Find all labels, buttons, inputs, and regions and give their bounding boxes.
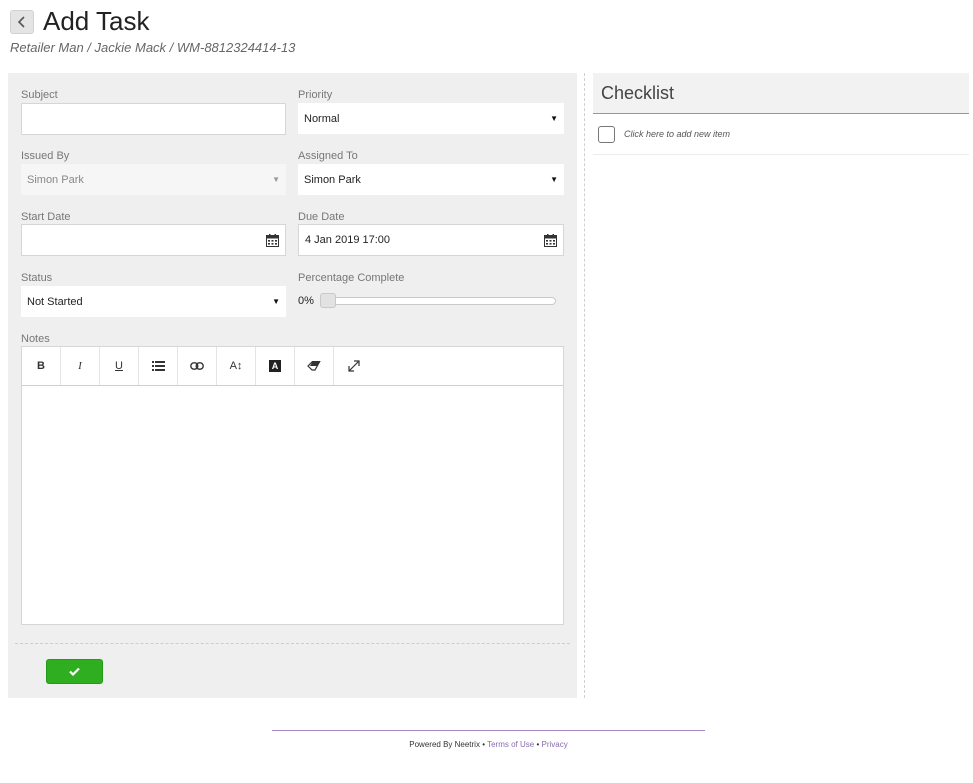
due-date-input[interactable]: 4 Jan 2019 17:00 — [298, 224, 564, 256]
add-item-text[interactable]: Click here to add new item — [624, 129, 730, 139]
text-color-icon: A — [269, 360, 281, 372]
checklist-title: Checklist — [593, 73, 969, 114]
start-date-label: Start Date — [21, 211, 71, 223]
assigned-to-label: Assigned To — [298, 150, 358, 162]
percentage-value: 0% — [298, 295, 314, 307]
checkmark-icon — [69, 667, 80, 676]
clear-format-button[interactable] — [295, 347, 334, 385]
task-form-panel: Subject Priority Normal ▼ Issued By Simo… — [8, 73, 577, 698]
priority-select[interactable]: Normal ▼ — [298, 103, 564, 134]
percentage-slider-track[interactable] — [320, 297, 556, 305]
terms-link[interactable]: Terms of Use — [487, 740, 534, 749]
percentage-slider-handle[interactable] — [320, 293, 336, 308]
notes-editor[interactable] — [21, 386, 564, 625]
privacy-link[interactable]: Privacy — [542, 740, 568, 749]
due-date-value: 4 Jan 2019 17:00 — [305, 234, 391, 246]
caret-down-icon: ▼ — [550, 175, 558, 184]
chevron-left-icon — [17, 16, 25, 28]
link-button[interactable] — [178, 347, 217, 385]
caret-down-icon: ▼ — [550, 114, 558, 123]
notes-label: Notes — [21, 333, 50, 345]
page-title: Add Task — [43, 6, 150, 36]
calendar-icon[interactable] — [266, 233, 279, 247]
checklist-add-item[interactable]: Click here to add new item — [593, 114, 969, 155]
caret-down-icon: ▼ — [272, 297, 280, 306]
checklist-panel: Checklist Click here to add new item — [593, 73, 969, 155]
bold-icon: B — [37, 360, 45, 372]
caret-down-icon: ▼ — [272, 175, 280, 184]
footer-divider — [272, 730, 705, 731]
underline-icon: U — [115, 360, 123, 372]
priority-value: Normal — [304, 112, 340, 125]
status-label: Status — [21, 272, 53, 284]
assigned-to-select[interactable]: Simon Park ▼ — [298, 164, 564, 195]
due-date-label: Due Date — [298, 211, 345, 223]
calendar-icon[interactable] — [544, 233, 557, 247]
link-icon — [190, 362, 204, 370]
eraser-icon — [307, 361, 321, 371]
form-divider — [15, 643, 570, 644]
save-button[interactable] — [46, 659, 103, 684]
subject-label: Subject — [21, 89, 58, 101]
percentage-label: Percentage Complete — [298, 272, 405, 284]
bullet-list-button[interactable] — [139, 347, 178, 385]
bold-button[interactable]: B — [22, 347, 61, 385]
issued-by-label: Issued By — [21, 150, 70, 162]
notes-toolbar: B I U A↕ A — [21, 346, 564, 386]
font-size-button[interactable]: A↕ — [217, 347, 256, 385]
list-icon — [151, 361, 165, 371]
issued-by-select: Simon Park ▼ — [21, 164, 286, 195]
italic-button[interactable]: I — [61, 347, 100, 385]
footer-separator: • — [536, 740, 540, 749]
priority-label: Priority — [298, 89, 333, 101]
powered-by-text: Powered By Neetrix — [409, 740, 480, 749]
text-color-button[interactable]: A — [256, 347, 295, 385]
start-date-input[interactable] — [21, 224, 286, 256]
checkbox[interactable] — [598, 125, 615, 143]
breadcrumb: Retailer Man / Jackie Mack / WM-88123244… — [10, 40, 296, 55]
expand-icon — [347, 360, 360, 372]
fullscreen-button[interactable] — [334, 347, 373, 385]
back-button[interactable] — [10, 10, 34, 34]
underline-button[interactable]: U — [100, 347, 139, 385]
footer-separator: • — [482, 740, 486, 749]
status-select[interactable]: Not Started ▼ — [21, 286, 286, 317]
footer: Powered By Neetrix • Terms of Use • Priv… — [272, 740, 705, 749]
font-size-icon: A↕ — [229, 360, 243, 372]
issued-by-value: Simon Park — [27, 173, 84, 186]
panel-divider — [584, 73, 585, 698]
subject-input[interactable] — [21, 103, 286, 135]
assigned-to-value: Simon Park — [304, 173, 361, 186]
status-value: Not Started — [27, 295, 83, 308]
italic-icon: I — [78, 360, 82, 372]
